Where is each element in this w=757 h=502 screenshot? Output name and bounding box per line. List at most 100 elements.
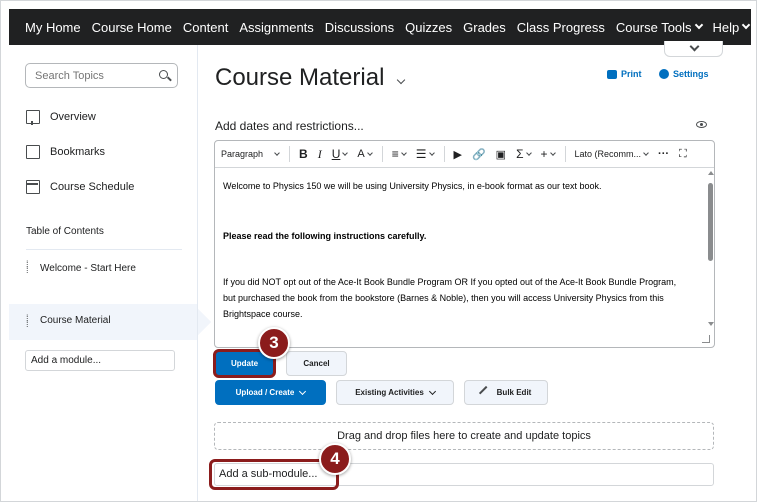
equation-button[interactable]: Σ [516,147,532,161]
editor-line: Welcome to Physics 150 we will be using … [223,181,602,191]
editor-toolbar: Paragraph B I U A ≡ ☰ ▶ 🔗 ▣ Σ + Lato (Re… [215,141,714,168]
upload-create-label: Upload / Create [235,388,295,397]
add-module-input[interactable]: Add a module... [25,350,175,371]
paragraph-format-select[interactable]: Paragraph [221,149,280,159]
sidebar-item-label: Course Schedule [50,181,135,193]
drag-handle-icon[interactable]: ⁞ ⁞ [26,314,32,329]
nav-assignments[interactable]: Assignments [239,20,313,35]
divider [443,146,445,162]
search-topics-input[interactable] [35,69,150,82]
chevron-down-icon [428,149,435,156]
bookmark-icon [26,145,40,159]
nav-discussions[interactable]: Discussions [325,20,394,35]
toc-item-label: Welcome - Start Here [40,263,136,274]
print-label: Print [621,69,642,79]
sidebar-divider [197,45,198,501]
more-options-icon[interactable]: ··· [658,148,669,160]
insert-media-icon[interactable]: ▶ [454,148,462,161]
text-style-button[interactable]: A [357,148,373,160]
eye-icon[interactable] [696,121,707,128]
html-editor[interactable]: Paragraph B I U A ≡ ☰ ▶ 🔗 ▣ Σ + Lato (Re… [214,140,715,348]
divider [289,146,291,162]
insert-more-button[interactable]: + [540,147,556,161]
nav-help-label: Help [712,19,740,35]
nav-course-home[interactable]: Course Home [92,20,172,35]
underline-button[interactable]: U [332,147,349,161]
editor-line: Brightspace course. [223,309,303,319]
paragraph-format-label: Paragraph [221,149,264,159]
chevron-down-icon [366,149,373,156]
page-frame: My Home Course Home Content Assignments … [0,0,757,502]
chevron-down-icon [742,20,751,30]
nav-my-home[interactable]: My Home [25,20,81,35]
bold-button[interactable]: B [299,147,308,161]
editor-blank-line [223,244,697,274]
bulk-edit-label: Bulk Edit [496,388,532,397]
course-navbar: My Home Course Home Content Assignments … [9,9,751,45]
link-icon[interactable]: 🔗 [472,148,486,161]
font-family-select[interactable]: Lato (Recomm... [575,149,649,159]
chevron-down-icon [643,149,649,156]
existing-activities-label: Existing Activities [355,388,424,397]
divider [381,146,383,162]
editor-line: If you did NOT opt out of the Ace-It Boo… [223,277,677,287]
insert-image-icon[interactable]: ▣ [496,148,506,161]
resize-handle-icon[interactable] [702,335,710,343]
nav-course-tools[interactable]: Course Tools [615,19,703,35]
content-sidebar: Overview Bookmarks Course Schedule Table… [9,45,197,501]
nav-help[interactable]: Help [712,19,751,35]
sidebar-item-label: Overview [50,111,96,123]
chevron-down-icon [274,149,280,156]
nav-content[interactable]: Content [183,20,229,35]
callout-badge-3: 3 [258,327,290,359]
cancel-button[interactable]: Cancel [286,351,347,376]
upload-create-button[interactable]: Upload / Create [215,380,326,405]
align-button[interactable]: ≡ [392,147,407,161]
nav-quizzes[interactable]: Quizzes [405,20,452,35]
chevron-down-icon [549,149,556,156]
search-topics-field[interactable] [25,63,178,88]
chevron-down-icon [689,41,700,52]
callout-badge-4: 4 [319,443,351,475]
chevron-down-icon [342,149,349,156]
editor-scrollbar[interactable] [706,169,714,329]
page-title[interactable]: Course Material [215,64,406,92]
wand-icon [478,385,493,400]
print-button[interactable]: Print [607,69,642,79]
scroll-down-icon[interactable] [708,322,714,326]
editor-line: but purchased the book from the bookstor… [223,293,664,303]
add-dates-restrictions-link[interactable]: Add dates and restrictions... [215,119,364,133]
search-icon[interactable] [159,70,168,79]
bulk-edit-button[interactable]: Bulk Edit [464,380,548,405]
list-icon: ☰ [415,147,427,161]
drag-handle-icon[interactable]: ⁞ ⁞ [26,260,32,277]
table-of-contents-heading[interactable]: Table of Contents [26,226,104,237]
nav-grades[interactable]: Grades [463,20,506,35]
file-dropzone[interactable]: Drag and drop files here to create and u… [214,422,714,450]
italic-button[interactable]: I [318,147,322,162]
chevron-down-icon [428,387,436,395]
printer-icon [607,69,617,79]
plus-icon: + [540,147,548,161]
editor-content[interactable]: Welcome to Physics 150 we will be using … [215,169,705,347]
nav-course-tools-label: Course Tools [615,19,692,35]
chevron-down-icon[interactable] [397,75,406,85]
divider [564,146,566,162]
existing-activities-button[interactable]: Existing Activities [336,380,454,405]
navbar-collapse-button[interactable] [664,41,723,57]
scrollbar-thumb[interactable] [708,183,713,261]
settings-label: Settings [673,69,709,79]
list-button[interactable]: ☰ [415,147,435,161]
sidebar-item-bookmarks[interactable]: Bookmarks [26,145,105,159]
calendar-icon [26,180,40,194]
toc-item-course-material[interactable]: ⁞ ⁞ Course Material [26,314,111,329]
fullscreen-icon[interactable]: ⛶ [679,148,687,161]
toc-item-welcome[interactable]: ⁞ ⁞ Welcome - Start Here [26,260,136,277]
sidebar-item-overview[interactable]: Overview [26,110,96,125]
sidebar-item-course-schedule[interactable]: Course Schedule [26,180,134,194]
scroll-up-icon[interactable] [708,171,714,175]
page-title-text: Course Material [215,64,385,91]
nav-class-progress[interactable]: Class Progress [517,20,605,35]
settings-button[interactable]: Settings [659,69,709,79]
divider [26,249,182,250]
